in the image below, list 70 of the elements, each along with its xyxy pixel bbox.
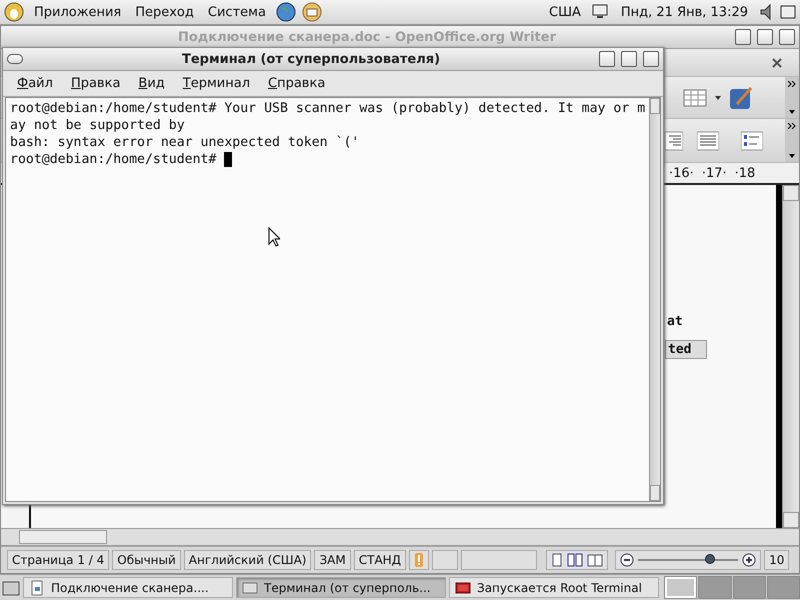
ruler-label: ·18 [734,166,756,180]
window-title: Подключение сканера.doc - OpenOffice.org Writer [176,30,557,44]
menu-item[interactable]: Терминал [182,76,250,91]
status-field [432,550,458,570]
window-menu-button[interactable] [7,54,23,64]
panel-menu[interactable]: Система [204,4,270,20]
zoom-out-icon [620,553,634,567]
status-field: СТАНД [354,550,406,570]
numbered-list-icon [741,130,763,150]
clock[interactable]: Пнд, 21 Янв, 13:29 [616,4,752,20]
status-field: Обычный [112,550,181,570]
toolbar-overflow[interactable] [785,119,799,162]
chevron-icon [788,81,796,87]
toolbar-overflow[interactable] [785,77,799,118]
panel-menu[interactable]: Переход [131,4,198,20]
justify-icon [697,130,719,150]
status-field: 10 [764,550,790,570]
vertical-scrollbar[interactable] [782,185,799,528]
terminal-line: bash: syntax error near unexpected token `(' [10,134,360,151]
chevron-icon [788,123,796,129]
book-icon [587,552,604,568]
window-title: Терминал (от суперпользователя) [180,52,442,66]
terminal-line: ay not be supported by [10,117,185,134]
menu-item[interactable]: Справка [268,76,326,91]
close-button[interactable] [779,29,795,45]
menu-item[interactable]: Правка [70,76,120,91]
document-icon [29,580,45,596]
mouse-pointer-icon [268,227,280,247]
text-cursor [224,152,232,167]
document-text: ted [665,340,707,359]
status-field: ЗАМ [314,550,351,570]
horizontal-scrollbar[interactable] [1,528,799,546]
window-icon [242,580,258,596]
maximize-button[interactable] [757,29,773,45]
caret-icon [715,96,721,100]
terminal-line: root@debian:/home/student# [10,151,218,168]
panel-menu[interactable]: Приложения [30,4,126,20]
minimize-button[interactable] [599,51,615,67]
workspace-button[interactable] [664,576,698,599]
slider-thumb[interactable] [705,554,716,564]
zoom-in-icon [742,553,756,567]
caret-icon [789,154,795,158]
caret-icon [789,110,795,114]
single-page-icon [551,552,564,568]
align-right-icon [665,130,683,150]
menu-item[interactable]: Вид [138,76,165,91]
ruler-label: ·16· [669,166,694,180]
terminal-line: root@debian:/home/student# Your USB scanner was (probably) detected. It may or m [10,100,646,117]
terminal-icon [455,580,471,596]
ruler-label: ·17· [702,166,727,180]
document-text: at [666,313,684,330]
status-field: Страница 1 / 4 [7,550,110,570]
globe-icon [276,2,296,22]
vertical-scrollbar[interactable] [649,98,660,501]
zoom-slider[interactable] [615,550,762,570]
table-icon [683,88,707,106]
close-icon [771,56,783,68]
taskbar-button[interactable]: Подключение сканера.... [23,577,233,598]
warning-icon [414,552,424,568]
taskbar-button[interactable]: Терминал (от суперполь... [236,577,446,598]
window-list-icon [780,5,796,19]
two-page-icon [567,552,584,568]
brush-icon [729,86,753,110]
menu-item[interactable]: Файл [17,76,53,91]
keyboard-layout[interactable]: США [545,4,585,20]
taskbar-button[interactable]: Запускается Root Terminal [449,577,659,598]
close-button[interactable] [643,51,659,67]
status-field: Английский (США) [184,550,312,570]
minimize-button[interactable] [735,29,751,45]
maximize-button[interactable] [621,51,637,67]
